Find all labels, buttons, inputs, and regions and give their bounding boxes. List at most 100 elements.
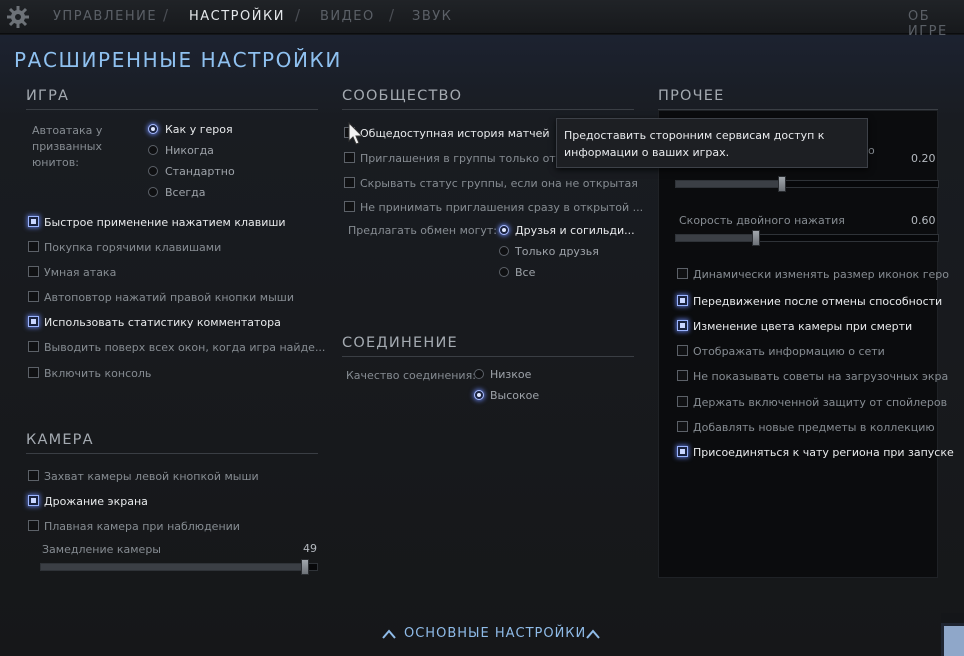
radio-label: Как у героя: [165, 123, 233, 136]
autoattack-label: Автоатака у: [32, 124, 103, 137]
checkbox-label: Добавлять новые предметы в коллекцию: [693, 421, 935, 434]
checkbox-label: Использовать статистику комментатора: [44, 316, 281, 329]
tab-sound[interactable]: ЗВУК: [412, 9, 452, 24]
checkbox-label: Скрывать статус группы, если она не откр…: [360, 177, 638, 190]
section-divider: [26, 453, 318, 454]
slider-value: 0.20: [911, 152, 936, 165]
slider-thumb[interactable]: [301, 559, 309, 575]
radio-label: Всегда: [165, 186, 206, 199]
checkbox-network-info[interactable]: [677, 345, 688, 356]
slider-fill: [676, 181, 782, 187]
checkbox-label: Держать включенной защиту от спойлеров: [693, 396, 948, 409]
radio-autoattack-standard[interactable]: [148, 166, 158, 176]
checkbox-move-after-cancel[interactable]: [677, 295, 688, 306]
slider-fill: [676, 235, 756, 241]
checkbox-commentator-stats[interactable]: [28, 316, 39, 327]
checkbox-screen-shake[interactable]: [28, 495, 39, 506]
autoattack-label: призванных: [32, 140, 102, 153]
radio-autoattack-hero[interactable]: [148, 124, 158, 134]
section-title-camera: КАМЕРА: [26, 432, 94, 448]
checkbox-label: Умная атака: [44, 266, 117, 279]
checkbox-label: Выводить поверх всех окон, когда игра на…: [44, 341, 326, 354]
corner-logo-icon: [941, 613, 964, 656]
checkbox-left-click-camera[interactable]: [28, 470, 39, 481]
camera-slowdown-slider[interactable]: [40, 559, 318, 575]
section-title-connection: СОЕДИНЕНИЕ: [342, 335, 458, 351]
checkbox-label: Динамически изменять размер иконок геро: [693, 268, 949, 281]
autoattack-label: юнитов:: [32, 156, 79, 169]
checkbox-quickcast[interactable]: [28, 216, 39, 227]
checkbox-hotkey-purchase[interactable]: [28, 241, 39, 252]
page-title: РАСШИРЕННЫЕ НАСТРОЙКИ: [14, 48, 342, 72]
checkbox-label: Быстрое применение нажатием клавиши: [44, 216, 286, 229]
checkbox-label: Не показывать советы на загрузочных экра: [693, 370, 949, 383]
checkbox-spoiler-protection[interactable]: [677, 396, 688, 407]
section-title-other: ПРОЧЕЕ: [658, 88, 725, 104]
checkbox-hide-party-status[interactable]: [344, 177, 355, 188]
radio-autoattack-never[interactable]: [148, 145, 158, 155]
radio-autoattack-always[interactable]: [148, 187, 158, 197]
slider-thumb[interactable]: [752, 230, 760, 246]
checkbox-label: Присоединяться к чату региона при запуск…: [693, 446, 954, 459]
checkbox-add-items-to-collection[interactable]: [677, 421, 688, 432]
basic-settings-link[interactable]: ОСНОВНЫЕ НАСТРОЙКИ: [404, 626, 586, 641]
mouse-cursor-icon: [348, 122, 364, 145]
tab-separator: /: [295, 6, 301, 24]
checkbox-label: Не принимать приглашения сразу в открыто…: [360, 201, 644, 214]
connection-quality-label: Качество соединения:: [346, 369, 476, 382]
radio-connection-low[interactable]: [474, 369, 484, 379]
radio-trade-everyone[interactable]: [499, 267, 509, 277]
tab-settings[interactable]: НАСТРОЙКИ: [189, 9, 285, 24]
radio-label: Низкое: [490, 368, 532, 381]
checkbox-label: Отображать информацию о сети: [693, 345, 885, 358]
radio-trade-friends-guild[interactable]: [499, 225, 509, 235]
checkbox-label: Плавная камера при наблюдении: [44, 520, 240, 533]
section-divider: [342, 109, 634, 110]
section-divider: [342, 356, 634, 357]
checkbox-party-invites-friends[interactable]: [344, 152, 355, 163]
section-divider: [26, 109, 318, 110]
checkbox-right-click-repeat[interactable]: [28, 291, 39, 302]
chevron-up-icon[interactable]: [381, 628, 397, 640]
checkbox-label: Дрожание экрана: [44, 495, 148, 508]
tooltip: Предоставить сторонним сервисам доступ к…: [556, 118, 868, 168]
tab-video[interactable]: ВИДЕО: [320, 9, 375, 24]
setting-slider[interactable]: [675, 176, 939, 192]
checkbox-label: Захват камеры левой кнопкой мыши: [44, 470, 259, 483]
tab-separator: /: [389, 6, 395, 24]
checkbox-decline-invites[interactable]: [344, 201, 355, 212]
checkbox-enable-console[interactable]: [28, 367, 39, 378]
double-tap-speed-slider[interactable]: [675, 230, 939, 246]
slider-fill: [41, 564, 305, 570]
checkbox-smart-attack[interactable]: [28, 266, 39, 277]
chevron-up-icon[interactable]: [585, 628, 601, 640]
checkbox-smooth-camera[interactable]: [28, 520, 39, 531]
radio-trade-friends-only[interactable]: [499, 246, 509, 256]
radio-label: Друзья и согильди...: [515, 224, 635, 237]
radio-label: Никогда: [165, 144, 214, 157]
camera-slowdown-value: 49: [303, 542, 317, 555]
settings-gear-icon[interactable]: [6, 5, 30, 29]
checkbox-dynamic-hero-icons[interactable]: [677, 268, 688, 279]
section-title-game: ИГРА: [26, 88, 70, 104]
radio-label: Все: [515, 266, 536, 279]
tab-separator: /: [163, 6, 169, 24]
checkbox-camera-color-on-death[interactable]: [677, 320, 688, 331]
tooltip-text: Предоставить сторонним сервисам доступ к…: [564, 129, 825, 159]
checkbox-hide-loading-tips[interactable]: [677, 370, 688, 381]
checkbox-label: Приглашения в группы только от д: [360, 152, 567, 165]
checkbox-label: Общедоступная история матчей: [360, 127, 550, 140]
radio-connection-high[interactable]: [474, 390, 484, 400]
radio-label: Стандартно: [165, 165, 235, 178]
tab-controls[interactable]: УПРАВЛЕНИЕ: [53, 9, 157, 24]
radio-label: Только друзья: [515, 245, 599, 258]
checkbox-window-on-top[interactable]: [28, 341, 39, 352]
trade-label: Предлагать обмен могут:: [348, 224, 498, 237]
checkbox-label: Автоповтор нажатий правой кнопки мыши: [44, 291, 294, 304]
checkbox-label: Изменение цвета камеры при смерти: [693, 320, 913, 333]
checkbox-label: Включить консоль: [44, 367, 152, 380]
slider-thumb[interactable]: [778, 176, 786, 192]
section-title-community: СООБЩЕСТВО: [342, 88, 463, 104]
checkbox-join-region-chat[interactable]: [677, 446, 688, 457]
slider-label-tail: о: [868, 144, 875, 157]
